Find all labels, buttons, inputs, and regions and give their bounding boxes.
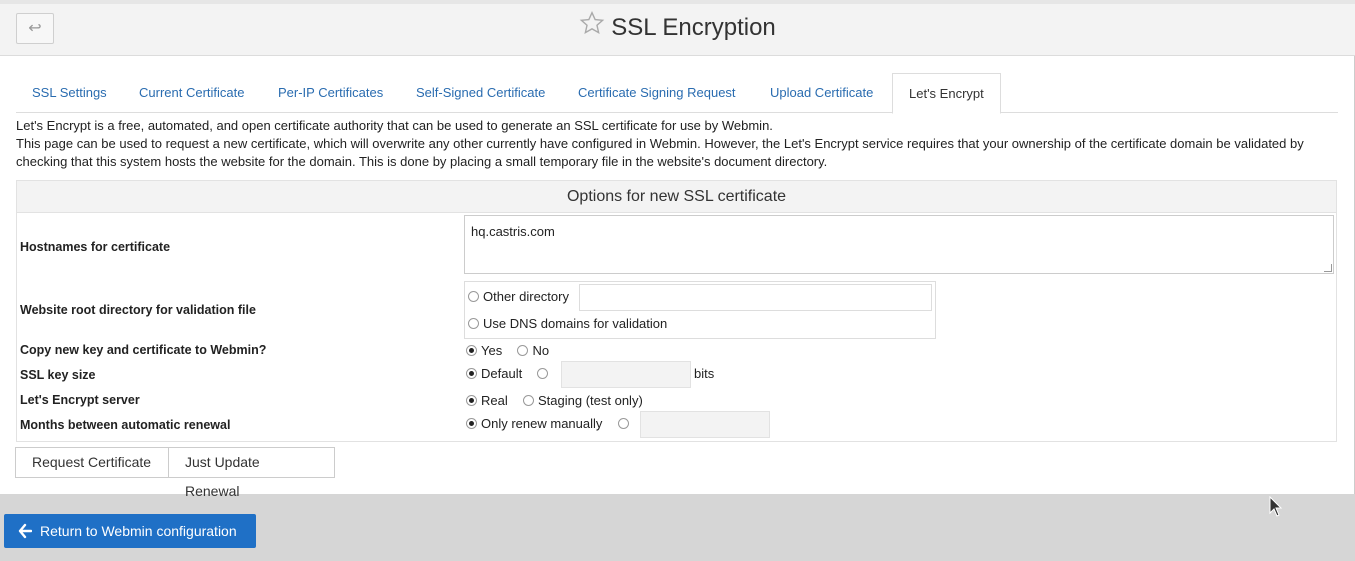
- tab-per-ip-certificates[interactable]: Per-IP Certificates: [262, 73, 399, 113]
- page-header: ↩ SSL Encryption: [0, 0, 1355, 56]
- copy-yes-label: Yes: [481, 343, 503, 358]
- dns-validation-option[interactable]: Use DNS domains for validation: [468, 316, 667, 331]
- renewal-months-input[interactable]: [640, 411, 770, 438]
- le-server-label: Let's Encrypt server: [20, 393, 140, 407]
- renew-months-radio[interactable]: [617, 418, 629, 430]
- copy-yes-radio[interactable]: [466, 345, 477, 357]
- renewal-options: Only renew manually: [466, 416, 633, 431]
- bits-label: bits: [694, 366, 715, 381]
- main-panel: ↩ SSL Encryption SSL Settings Current Ce…: [0, 0, 1355, 499]
- key-size-default-radio[interactable]: [466, 368, 477, 380]
- intro-line-2: This page can be used to request a new c…: [16, 136, 1304, 169]
- copy-no-label: No: [532, 343, 550, 358]
- copy-to-webmin-label: Copy new key and certificate to Webmin?: [20, 343, 267, 357]
- renew-manual-label: Only renew manually: [481, 416, 603, 431]
- other-directory-input[interactable]: [579, 284, 932, 311]
- key-size-default-label: Default: [481, 366, 523, 381]
- intro-text: Let's Encrypt is a free, automated, and …: [16, 117, 1341, 171]
- star-icon[interactable]: [579, 10, 605, 43]
- dns-validation-label: Use DNS domains for validation: [483, 316, 668, 331]
- other-directory-radio[interactable]: [468, 291, 479, 303]
- tab-self-signed-certificate[interactable]: Self-Signed Certificate: [400, 73, 561, 113]
- hostnames-value: hq.castris.com: [471, 224, 555, 239]
- le-server-options: Real Staging (test only): [466, 393, 643, 408]
- key-size-custom-radio[interactable]: [537, 368, 549, 380]
- dns-validation-radio[interactable]: [468, 318, 479, 330]
- tab-lets-encrypt[interactable]: Let's Encrypt: [892, 73, 1001, 114]
- tab-ssl-settings[interactable]: SSL Settings: [16, 73, 123, 113]
- arrow-left-icon: [18, 514, 33, 561]
- server-real-radio[interactable]: [466, 395, 477, 407]
- copy-no-radio[interactable]: [517, 345, 529, 357]
- just-update-renewal-button[interactable]: Just Update Renewal: [168, 447, 335, 499]
- server-staging-label: Staging (test only): [538, 393, 643, 408]
- key-size-input[interactable]: [561, 361, 691, 388]
- webroot-options-box: Other directory Use DNS domains for vali…: [464, 281, 936, 339]
- mouse-cursor-icon: [1269, 495, 1283, 521]
- return-to-webmin-button[interactable]: Return to Webmin configuration: [4, 514, 256, 548]
- intro-line-1: Let's Encrypt is a free, automated, and …: [16, 118, 773, 133]
- page-title-wrap: SSL Encryption: [0, 11, 1355, 43]
- webroot-label: Website root directory for validation fi…: [20, 303, 256, 317]
- key-size-label: SSL key size: [20, 368, 96, 382]
- renew-manual-radio[interactable]: [466, 418, 477, 430]
- options-heading: Options for new SSL certificate: [17, 181, 1336, 213]
- tab-current-certificate[interactable]: Current Certificate: [123, 73, 260, 113]
- tab-certificate-signing-request[interactable]: Certificate Signing Request: [562, 73, 752, 113]
- options-table: Options for new SSL certificate Hostname…: [16, 180, 1337, 442]
- key-size-options: Default: [466, 366, 552, 381]
- other-directory-option[interactable]: Other directory: [468, 289, 569, 304]
- copy-to-webmin-options: Yes No: [466, 343, 549, 358]
- renewal-label: Months between automatic renewal: [20, 418, 231, 432]
- server-staging-radio[interactable]: [523, 395, 534, 407]
- page-title: SSL Encryption: [611, 14, 776, 41]
- request-certificate-button[interactable]: Request Certificate: [15, 447, 169, 478]
- hostnames-textarea[interactable]: hq.castris.com: [464, 215, 1334, 274]
- hostnames-label: Hostnames for certificate: [20, 240, 171, 254]
- resize-grip-icon[interactable]: [1324, 264, 1332, 272]
- tab-upload-certificate[interactable]: Upload Certificate: [754, 73, 889, 113]
- return-label: Return to Webmin configuration: [40, 523, 237, 539]
- other-directory-label: Other directory: [483, 289, 569, 304]
- tab-bar: SSL Settings Current Certificate Per-IP …: [16, 73, 1338, 114]
- server-real-label: Real: [481, 393, 508, 408]
